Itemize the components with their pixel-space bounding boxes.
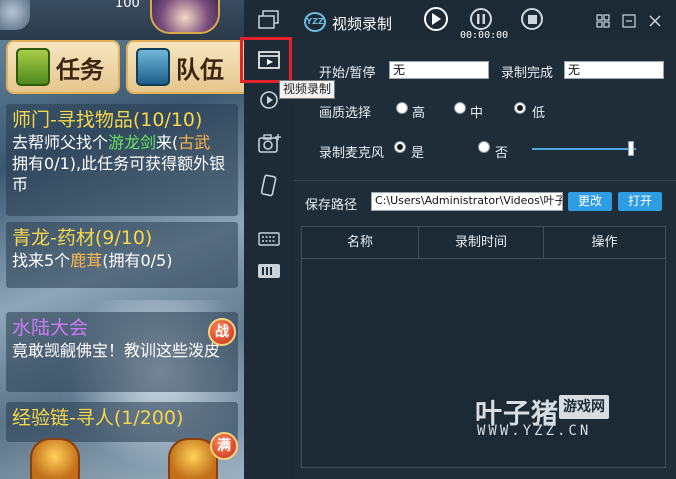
stop-icon: [527, 14, 537, 24]
quality-high-label[interactable]: 高: [412, 102, 425, 121]
quality-mid-label[interactable]: 中: [470, 102, 483, 121]
treasure-pot-icon[interactable]: [30, 438, 80, 479]
sidebar-screenshot-button[interactable]: [244, 124, 294, 164]
quest-desc: 去帮师父找个游龙剑来(古武 拥有0/1),此任务可获得额外银币: [12, 133, 226, 194]
battle-badge[interactable]: 战: [208, 318, 236, 346]
tile-window-icon[interactable]: [596, 14, 610, 28]
sidebar-phone-button[interactable]: [244, 166, 294, 206]
game-tab-team[interactable]: 队伍: [126, 40, 244, 94]
minimize-icon[interactable]: [622, 14, 636, 28]
site-watermark: 叶子猪 游戏网 WWW.YZZ.CN: [475, 392, 645, 440]
pause-icon: [477, 14, 485, 24]
watermark-url: WWW.YZZ.CN: [477, 423, 592, 439]
mic-yes-label[interactable]: 是: [411, 142, 424, 161]
sidebar-window-button[interactable]: [244, 0, 294, 40]
column-header-name[interactable]: 名称: [302, 227, 419, 259]
keyboard-icon: [258, 232, 280, 246]
mic-no-radio[interactable]: [478, 141, 490, 153]
quest-item[interactable]: 经验链-寻人(1/200): [6, 402, 238, 442]
quest-title: 水陆大会: [12, 317, 89, 339]
change-path-button[interactable]: 更改: [568, 192, 612, 211]
record-done-hotkey-input[interactable]: 无: [564, 61, 664, 79]
start-pause-hotkey-input[interactable]: 无: [389, 61, 489, 79]
mic-no-label[interactable]: 否: [495, 142, 508, 161]
quality-low-radio[interactable]: [514, 102, 526, 114]
table-header: 名称 录制时间 操作: [302, 227, 665, 259]
quest-title: 经验链-寻人(1/200): [12, 407, 184, 429]
flag-icon: [136, 48, 170, 86]
mic-volume-slider[interactable]: [532, 148, 636, 150]
live-icon: [260, 91, 278, 109]
sidebar-tooltip: 视频录制: [279, 80, 336, 99]
play-icon: [432, 13, 441, 25]
pause-record-button[interactable]: [470, 8, 492, 30]
mic-volume-handle[interactable]: [627, 141, 634, 156]
player-avatar: [0, 0, 30, 30]
game-top-bar: 100: [0, 0, 244, 40]
title-bar: YZZ 视频录制 00:00:00: [294, 0, 676, 42]
game-tab-team-label: 队伍: [176, 55, 224, 84]
close-icon[interactable]: [648, 14, 662, 28]
app-title: 视频录制: [332, 15, 393, 33]
section-divider: [294, 180, 676, 181]
app-logo: YZZ: [304, 12, 326, 32]
game-tab-task[interactable]: 任务: [6, 40, 120, 94]
mic-label: 录制麦克风: [319, 146, 385, 161]
sidebar-gamepad-button[interactable]: [244, 256, 294, 286]
stop-record-button[interactable]: [521, 8, 543, 30]
gamepad-icon: [258, 264, 280, 278]
save-path-input[interactable]: C:\Users\Administrator\Videos\叶子猪: [371, 192, 563, 211]
tool-sidebar: [240, 0, 294, 479]
sidebar-video-record-button[interactable]: [240, 37, 294, 83]
quest-title: 师门-寻找物品(10/10): [12, 109, 203, 131]
watermark-badge: 游戏网: [559, 395, 609, 419]
scroll-icon: [16, 48, 50, 86]
quest-title: 青龙-药材(9/10): [12, 227, 153, 249]
record-done-label: 录制完成: [501, 66, 554, 81]
screenshot-icon: [258, 134, 281, 153]
phone-icon: [260, 174, 277, 197]
quality-mid-radio[interactable]: [454, 102, 466, 114]
quality-low-label[interactable]: 低: [532, 102, 545, 121]
quest-desc: 找来5个鹿茸(拥有0/5): [12, 251, 173, 270]
start-pause-label: 开始/暂停: [319, 66, 376, 81]
game-tab-task-label: 任务: [56, 55, 104, 84]
open-folder-button[interactable]: 打开: [618, 192, 662, 211]
full-badge: 满: [210, 432, 238, 460]
recorder-panel: YZZ 视频录制 00:00:00 开始/暂停 无 录制完成 无 画质选择 高 …: [294, 0, 676, 479]
quest-item[interactable]: 青龙-药材(9/10) 找来5个鹿茸(拥有0/5): [6, 222, 238, 288]
column-header-action[interactable]: 操作: [544, 227, 665, 259]
mic-yes-radio[interactable]: [394, 141, 406, 153]
character-portrait: [150, 0, 220, 34]
selection-highlight: [240, 37, 292, 83]
game-screen: 100 任务 队伍 师门-寻找物品(10/10) 去帮师父找个游龙剑来(古武 拥有…: [0, 0, 244, 479]
save-path-label: 保存路径: [305, 198, 358, 213]
game-top-number: 100: [115, 0, 140, 11]
quality-high-radio[interactable]: [396, 102, 408, 114]
quest-item[interactable]: 水陆大会 竟敢觊觎佛宝！教训这些泼皮: [6, 312, 238, 392]
column-header-time[interactable]: 录制时间: [419, 227, 544, 259]
window-icon: [258, 10, 279, 29]
quest-desc: 竟敢觊觎佛宝！教训这些泼皮: [12, 341, 221, 360]
start-record-button[interactable]: [424, 7, 448, 31]
quality-label: 画质选择: [319, 106, 372, 121]
sidebar-keyboard-button[interactable]: [244, 222, 294, 256]
quest-item[interactable]: 师门-寻找物品(10/10) 去帮师父找个游龙剑来(古武 拥有0/1),此任务可获…: [6, 104, 238, 216]
record-timer: 00:00:00: [460, 30, 509, 41]
